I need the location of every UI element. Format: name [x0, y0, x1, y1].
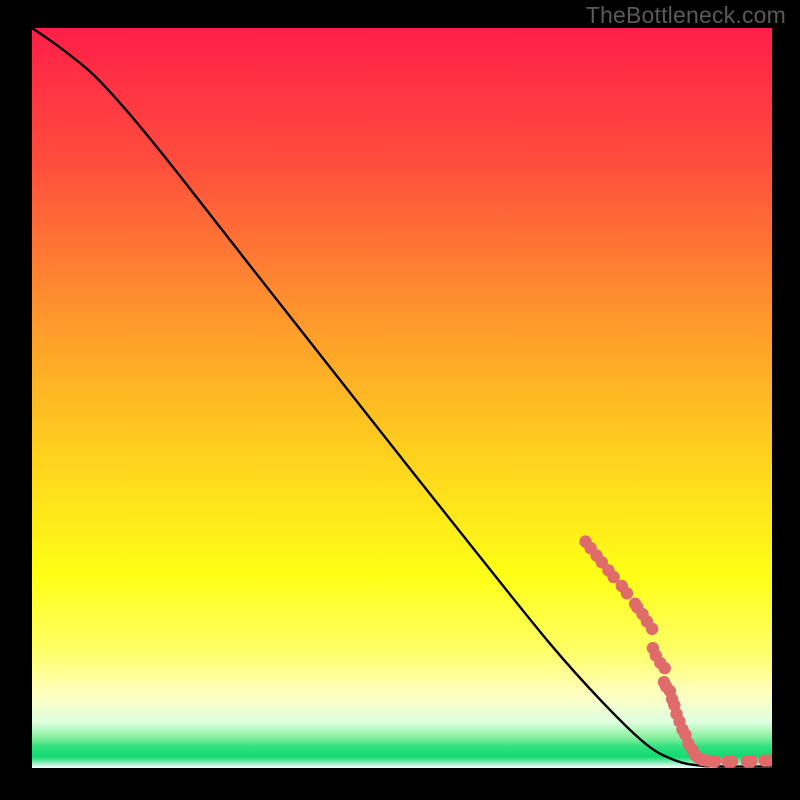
data-marker: [745, 755, 757, 767]
data-marker: [646, 623, 658, 635]
chart-svg: [0, 0, 800, 800]
data-marker: [659, 662, 671, 674]
data-marker: [621, 587, 633, 599]
chart-frame: { "watermark": "TheBottleneck.com", "cha…: [0, 0, 800, 800]
data-marker: [763, 754, 775, 766]
data-marker: [726, 755, 738, 767]
data-marker: [709, 755, 721, 767]
